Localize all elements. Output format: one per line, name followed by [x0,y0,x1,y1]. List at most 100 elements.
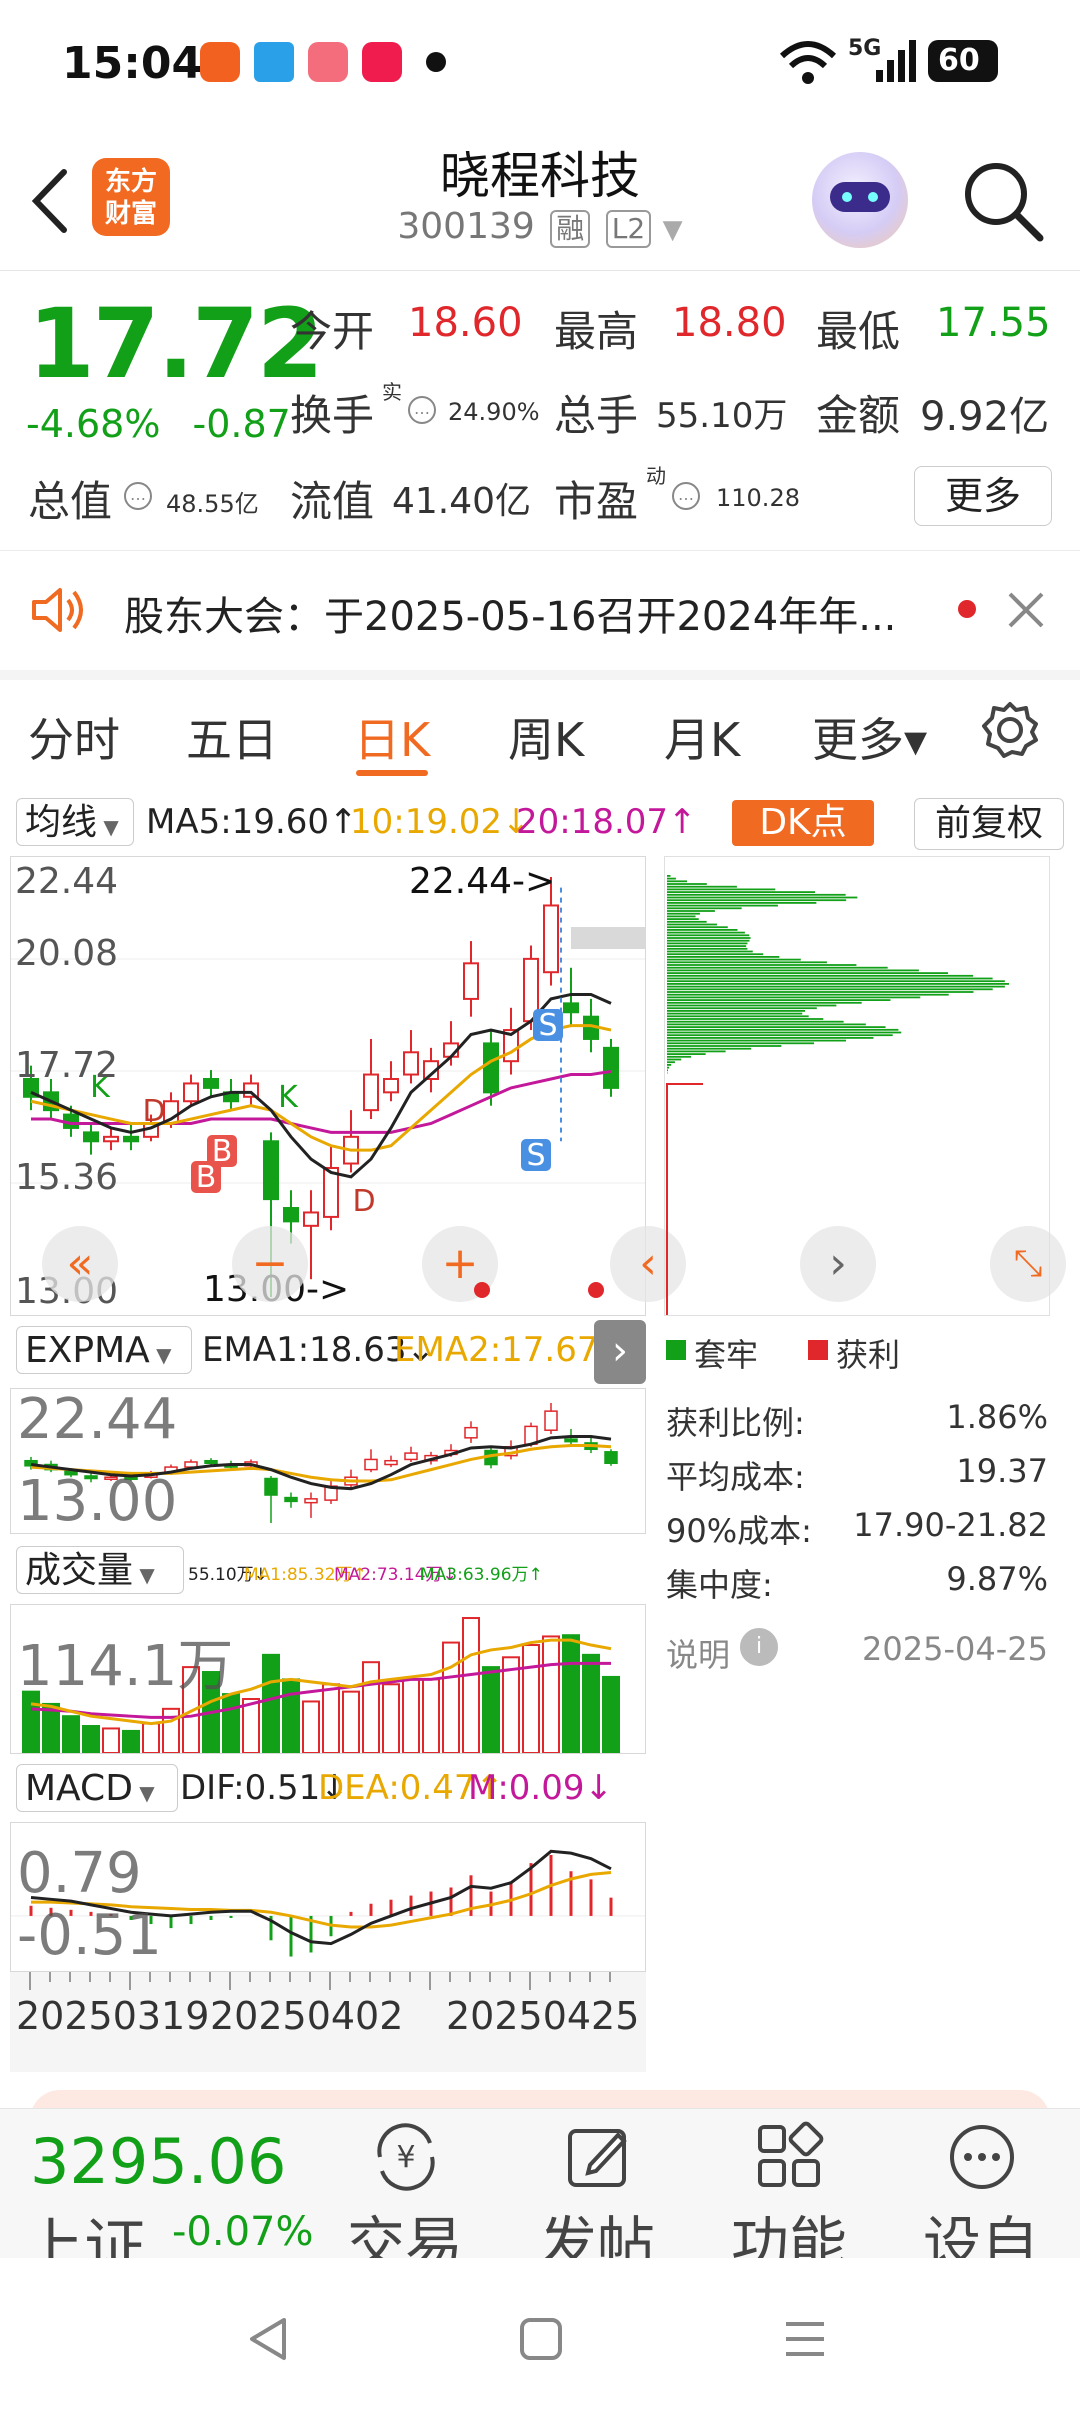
period-tabs: 分时 五日 日K 周K 月K 更多▾ [0,680,1080,780]
customize-label: 设自 [922,2210,1039,2259]
volume-y-top: 114.1万 [17,1634,234,1699]
chip-bar-trapped [667,1045,782,1047]
dk-point-button[interactable]: DK点 [732,800,874,846]
nav-menu-icon[interactable] [780,2314,830,2364]
expma-selector[interactable]: EXPMA ▼ [16,1326,192,1374]
battery-level: 60 [938,43,980,78]
nav-back-icon[interactable] [244,2314,294,2364]
chip-stat-label: 集中度: [666,1566,773,1604]
chip-bar-trapped [667,1023,866,1026]
expma-candle-body [284,1496,298,1503]
unread-dot [958,600,976,618]
low-label: 最低 [816,307,901,356]
chip-bar-trapped [667,1028,899,1031]
signal-badge-label: B [196,1160,217,1195]
customize-button[interactable]: 设自 [906,2109,1056,2259]
tab-intraday[interactable]: 分时 [28,704,120,770]
expma-chart-panel[interactable]: 22.44 13.00 [10,1387,646,1534]
chip-bar-trapped [667,877,676,880]
telegram-notification-icon [254,42,294,82]
tab-monthly-k[interactable]: 月K [664,704,740,770]
signal-badge-label: S [526,1138,545,1173]
info-icon[interactable]: … [672,482,700,510]
expand-indicator-panel-button[interactable]: › [594,1320,646,1384]
grid-apps-icon [758,2121,824,2187]
volume-bar [122,1729,140,1754]
system-navigation-bar [0,2258,1080,2414]
chip-bar-trapped [667,896,858,899]
chip-bar-trapped [667,1042,815,1045]
tab-daily-k[interactable]: 日K [354,704,430,770]
index-name: 上证 [22,2211,147,2259]
ma-selector[interactable]: 均线 ▼ [16,798,134,846]
chip-bar-trapped [667,1053,706,1055]
candle-body [323,1166,339,1218]
ma20-readout: 20:18.07↑ [516,802,697,842]
float-value-label: 流值 [290,477,375,526]
chip-bar-trapped [667,961,827,964]
volume-bar [402,1678,420,1754]
chip-bar-trapped [667,885,737,888]
signal-badge-label: D [352,1184,375,1219]
amount-value: 9.92亿 [920,394,1050,440]
macd-selector[interactable]: MACD ▼ [16,1764,178,1812]
post-button[interactable]: 发帖 [522,2109,672,2259]
chevron-down-icon: ▼ [133,1563,155,1587]
chevron-down-icon[interactable]: ▼ [663,215,683,245]
expma-candle-body [564,1438,578,1443]
more-dots-icon [950,2125,1014,2189]
info-icon[interactable]: i [740,1628,778,1666]
xiaohongshu-notification-icon [362,42,402,82]
chip-bar-trapped [667,977,993,980]
candle-body [543,904,559,974]
chip-bar-trapped [667,939,750,942]
tab-five-day[interactable]: 五日 [186,704,278,770]
chip-bar-trapped [667,988,993,991]
chip-bar-trapped [667,958,801,961]
candle-body [563,1002,579,1014]
high-label: 最高 [554,307,639,356]
trade-button[interactable]: ¥ 交易 [330,2109,480,2259]
volume-bar [302,1700,320,1754]
zoom-out-button[interactable]: − [232,1226,308,1302]
total-value: 48.55亿 [166,490,259,518]
volume-bar [542,1635,560,1754]
chip-bar-trapped [667,929,738,931]
volume-selector[interactable]: 成交量 ▼ [16,1546,184,1594]
nav-home-icon[interactable] [516,2314,566,2364]
notice-bar[interactable]: 股东大会：于2025-05-16召开2024年年... [0,552,1080,680]
signal-badge-label: S [538,1008,557,1043]
chip-bar-trapped [667,912,700,915]
robot-eye [868,192,878,202]
index-quote-widget[interactable]: 3295.06 上证 -0.07% [0,2109,320,2259]
info-icon[interactable]: … [124,482,152,510]
robot-eye [842,192,852,202]
tab-more[interactable]: 更多▾ [812,704,927,770]
macd-y-bottom: -0.51 [17,1903,162,1968]
close-icon[interactable] [1006,590,1046,630]
settings-gear-icon[interactable] [980,700,1040,760]
scroll-left-fast-button[interactable]: « [42,1226,118,1302]
chip-bar-trapped [667,991,974,993]
tab-weekly-k[interactable]: 周K [508,704,584,770]
chip-bar-trapped [667,891,816,893]
ai-assistant-avatar[interactable] [812,152,908,248]
price-range-band [571,927,645,949]
info-icon[interactable]: … [408,396,436,424]
forward-adjust-button[interactable]: 前复权 [914,798,1064,850]
status-time: 15:04 [62,38,203,89]
macd-chart-panel[interactable]: 0.79 -0.51 [10,1822,646,1972]
volume-bar [482,1666,500,1754]
x-axis: 20250319 20250402 20250425 [10,1972,646,2072]
ma5-readout: MA5:19.60↑ [146,802,358,842]
volume-chart-panel[interactable]: 114.1万 [10,1604,646,1755]
functions-button[interactable]: 功能 [714,2109,864,2259]
expma-candle-body [464,1426,478,1439]
robot-visor [830,182,890,212]
search-icon[interactable] [960,158,1046,244]
bottom-toolbar: 3295.06 上证 -0.07% ¥ 交易 发帖 功能 设自 [0,2108,1080,2259]
chip-note-label[interactable]: 说明 [666,1630,730,1676]
open-value: 18.60 [408,300,523,346]
pe-sup: 动 [646,464,666,488]
more-quote-button[interactable]: 更多 [914,466,1052,526]
